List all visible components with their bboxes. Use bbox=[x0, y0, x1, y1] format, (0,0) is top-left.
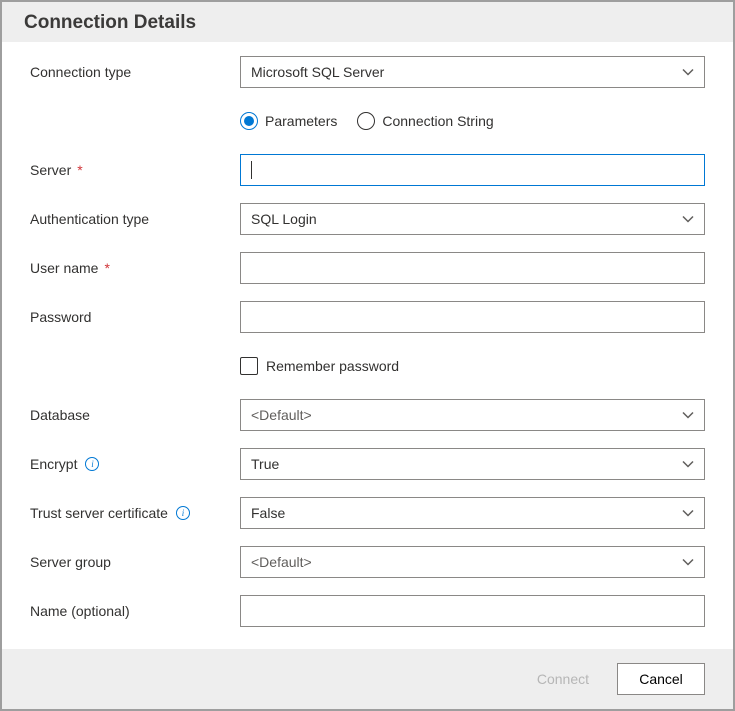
radio-connection-string[interactable]: Connection String bbox=[357, 112, 493, 130]
auth-type-value: SQL Login bbox=[251, 211, 317, 227]
database-value: <Default> bbox=[251, 407, 312, 423]
connect-button[interactable]: Connect bbox=[519, 663, 607, 695]
radio-unselected-icon bbox=[357, 112, 375, 130]
user-name-input[interactable] bbox=[240, 252, 705, 284]
dialog-title: Connection Details bbox=[24, 12, 711, 34]
dialog-header: Connection Details bbox=[2, 2, 733, 42]
connection-type-value: Microsoft SQL Server bbox=[251, 64, 384, 80]
chevron-down-icon bbox=[682, 213, 694, 225]
radio-parameters-label: Parameters bbox=[265, 113, 337, 129]
info-icon[interactable]: i bbox=[85, 457, 99, 471]
password-label: Password bbox=[30, 309, 240, 325]
dialog-footer: Connect Cancel bbox=[2, 649, 733, 709]
trust-cert-label: Trust server certificate i bbox=[30, 505, 240, 521]
radio-selected-icon bbox=[240, 112, 258, 130]
auth-type-label: Authentication type bbox=[30, 211, 240, 227]
form-body: Connection type Microsoft SQL Server Par… bbox=[2, 42, 733, 649]
server-input[interactable] bbox=[240, 154, 705, 186]
name-input[interactable] bbox=[240, 595, 705, 627]
encrypt-label: Encrypt i bbox=[30, 456, 240, 472]
radio-parameters[interactable]: Parameters bbox=[240, 112, 337, 130]
server-group-label: Server group bbox=[30, 554, 240, 570]
connection-type-select[interactable]: Microsoft SQL Server bbox=[240, 56, 705, 88]
name-label: Name (optional) bbox=[30, 603, 240, 619]
chevron-down-icon bbox=[682, 409, 694, 421]
input-mode-radio-group: Parameters Connection String bbox=[240, 111, 705, 131]
chevron-down-icon bbox=[682, 507, 694, 519]
radio-connection-string-label: Connection String bbox=[382, 113, 493, 129]
password-input[interactable] bbox=[240, 301, 705, 333]
cancel-button[interactable]: Cancel bbox=[617, 663, 705, 695]
remember-password-checkbox[interactable]: Remember password bbox=[240, 357, 705, 375]
trust-cert-select[interactable]: False bbox=[240, 497, 705, 529]
server-label: Server * bbox=[30, 162, 240, 178]
encrypt-value: True bbox=[251, 456, 279, 472]
checkbox-unchecked-icon bbox=[240, 357, 258, 375]
info-icon[interactable]: i bbox=[176, 506, 190, 520]
required-asterisk-icon: * bbox=[77, 162, 82, 178]
auth-type-select[interactable]: SQL Login bbox=[240, 203, 705, 235]
remember-password-label: Remember password bbox=[266, 358, 399, 374]
connection-type-label: Connection type bbox=[30, 64, 240, 80]
chevron-down-icon bbox=[682, 66, 694, 78]
trust-cert-value: False bbox=[251, 505, 285, 521]
encrypt-select[interactable]: True bbox=[240, 448, 705, 480]
chevron-down-icon bbox=[682, 458, 694, 470]
user-name-label: User name * bbox=[30, 260, 240, 276]
chevron-down-icon bbox=[682, 556, 694, 568]
server-group-value: <Default> bbox=[251, 554, 312, 570]
server-group-select[interactable]: <Default> bbox=[240, 546, 705, 578]
required-asterisk-icon: * bbox=[104, 260, 109, 276]
database-label: Database bbox=[30, 407, 240, 423]
database-select[interactable]: <Default> bbox=[240, 399, 705, 431]
